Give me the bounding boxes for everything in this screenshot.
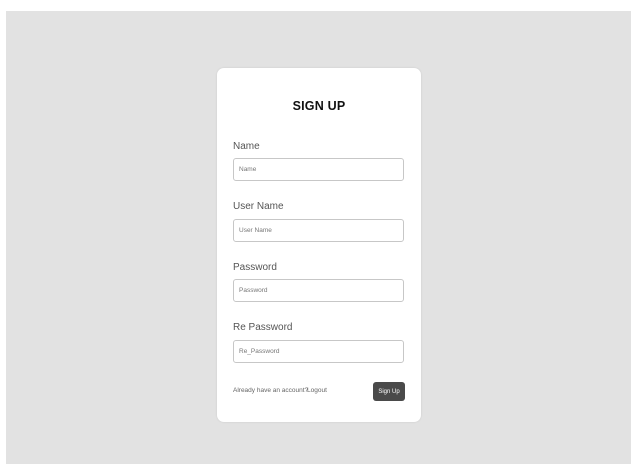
account-prompt-text: Already have an account? (233, 387, 309, 394)
sign-up-button[interactable]: Sign Up (373, 382, 405, 401)
password-label: Password (233, 262, 277, 273)
re-password-input[interactable] (233, 340, 404, 363)
name-input[interactable] (233, 158, 404, 181)
re-password-label: Re Password (233, 322, 293, 333)
logout-link[interactable]: Logout (307, 387, 327, 394)
form-title: SIGN UP (292, 99, 346, 113)
username-label: User Name (233, 201, 284, 212)
name-label: Name (233, 141, 260, 152)
username-input[interactable] (233, 219, 404, 242)
password-input[interactable] (233, 279, 404, 302)
signup-card: SIGN UP Name User Name Password Re Passw… (217, 68, 421, 422)
